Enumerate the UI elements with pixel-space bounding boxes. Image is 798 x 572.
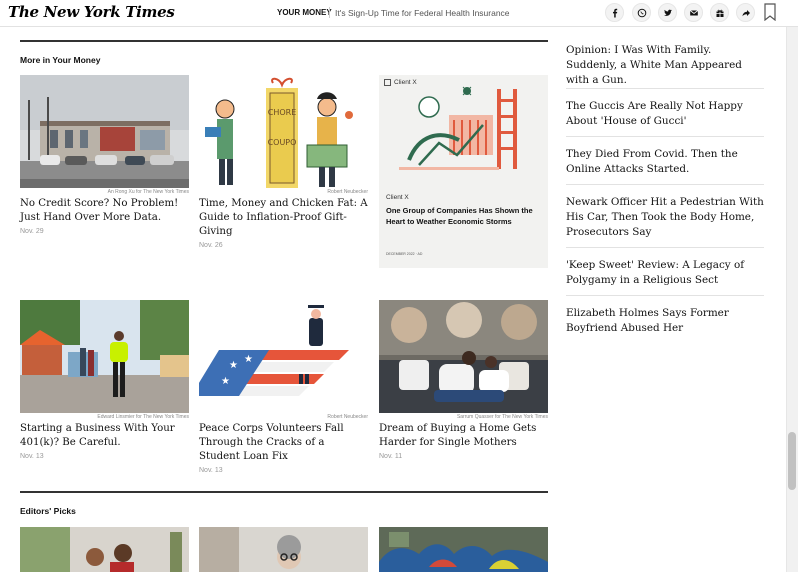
bookmark-icon[interactable] bbox=[764, 3, 776, 21]
article-date: Nov. 26 bbox=[199, 242, 223, 249]
article-headline[interactable]: Dream of Buying a Home Gets Harder for S… bbox=[379, 422, 548, 450]
article-image[interactable] bbox=[20, 300, 189, 413]
article-date: Nov. 11 bbox=[379, 453, 403, 460]
most-popular-rail: Opinion: I Was With Family. Suddenly, a … bbox=[566, 35, 764, 336]
article-date: Nov. 13 bbox=[199, 467, 223, 474]
article-card[interactable]: An Rong Xu for The New York Times No Cre… bbox=[20, 75, 189, 235]
editors-pick-image[interactable] bbox=[20, 527, 189, 572]
article-headline[interactable]: No Credit Score? No Problem! Just Hand O… bbox=[20, 197, 189, 225]
article-image[interactable] bbox=[20, 75, 189, 188]
article-image[interactable]: ★ ★ ★ bbox=[199, 300, 368, 413]
image-credit: Edward Linsmier for The New York Times bbox=[97, 414, 189, 420]
header-divider bbox=[329, 7, 330, 18]
section-rule bbox=[20, 40, 548, 42]
image-credit: An Rong Xu for The New York Times bbox=[107, 189, 189, 195]
article-image[interactable] bbox=[379, 300, 548, 413]
rail-item[interactable]: The Guccis Are Really Not Happy About 'H… bbox=[566, 89, 764, 137]
article-date: Nov. 29 bbox=[20, 228, 44, 235]
nyt-logo[interactable]: The New York Times bbox=[8, 3, 175, 21]
svg-text:★: ★ bbox=[244, 354, 253, 365]
ad-meta: DECEMBER 2022 · AD bbox=[386, 252, 423, 256]
twitter-icon[interactable] bbox=[658, 3, 677, 22]
ad-label: Client X bbox=[384, 79, 417, 86]
scrollbar-thumb[interactable] bbox=[788, 432, 796, 490]
editors-pick-image[interactable] bbox=[199, 527, 368, 572]
article-card[interactable]: Sarrum Quasser for The New York Times Dr… bbox=[379, 300, 548, 460]
article-headline[interactable]: Starting a Business With Your 401(k)? Be… bbox=[20, 422, 189, 450]
article-headline[interactable]: Peace Corps Volunteers Fall Through the … bbox=[199, 422, 368, 464]
article-image[interactable]: CHORE COUPO bbox=[199, 75, 368, 188]
section-title-editors: Editors' Picks bbox=[20, 506, 76, 516]
section-title-more: More in Your Money bbox=[20, 55, 101, 65]
section-label[interactable]: YOUR MONEY bbox=[277, 8, 332, 17]
top-bar: The New York Times YOUR MONEY It's Sign-… bbox=[0, 0, 798, 27]
svg-text:★: ★ bbox=[229, 360, 238, 371]
article-headline[interactable]: Time, Money and Chicken Fat: A Guide to … bbox=[199, 197, 368, 239]
section-rule bbox=[20, 491, 548, 493]
gift-icon[interactable] bbox=[710, 3, 729, 22]
rail-item[interactable]: Newark Officer Hit a Pedestrian With His… bbox=[566, 185, 764, 248]
article-card[interactable]: CHORE COUPO Robert Neubecker Time, Money… bbox=[199, 75, 368, 249]
rail-item[interactable]: They Died From Covid. Then the Online At… bbox=[566, 137, 764, 185]
article-date: Nov. 13 bbox=[20, 453, 44, 460]
image-credit: Robert Neubecker bbox=[327, 414, 368, 420]
image-credit: Sarrum Quasser for The New York Times bbox=[456, 414, 548, 420]
rail-item[interactable]: 'Keep Sweet' Review: A Legacy of Polygam… bbox=[566, 248, 764, 296]
ad-headline[interactable]: One Group of Companies Has Shown the Hea… bbox=[386, 205, 541, 227]
rail-item[interactable]: Elizabeth Holmes Says Former Boyfriend A… bbox=[566, 296, 764, 336]
whatsapp-icon[interactable] bbox=[632, 3, 651, 22]
svg-text:CHORE: CHORE bbox=[268, 108, 297, 117]
article-card[interactable]: Edward Linsmier for The New York Times S… bbox=[20, 300, 189, 460]
header-headline: It's Sign-Up Time for Federal Health Ins… bbox=[335, 8, 510, 18]
editors-pick-image[interactable] bbox=[379, 527, 548, 572]
article-card[interactable]: ★ ★ ★ Robert Neubecker Peace Corps Volun… bbox=[199, 300, 368, 474]
ad-sponsor: Client X bbox=[386, 194, 409, 201]
scrollbar-track[interactable] bbox=[786, 27, 798, 572]
ad-choices-icon[interactable] bbox=[384, 79, 391, 86]
ad-label-text: Client X bbox=[394, 79, 417, 86]
svg-text:★: ★ bbox=[221, 376, 230, 387]
share-icon[interactable] bbox=[736, 3, 755, 22]
sponsored-ad[interactable]: Client X Client X One Group of Companies… bbox=[379, 75, 548, 268]
image-credit: Robert Neubecker bbox=[327, 189, 368, 195]
svg-text:COUPO: COUPO bbox=[268, 138, 297, 147]
email-icon[interactable] bbox=[684, 3, 703, 22]
facebook-icon[interactable] bbox=[605, 3, 624, 22]
rail-item[interactable]: Opinion: I Was With Family. Suddenly, a … bbox=[566, 42, 764, 89]
